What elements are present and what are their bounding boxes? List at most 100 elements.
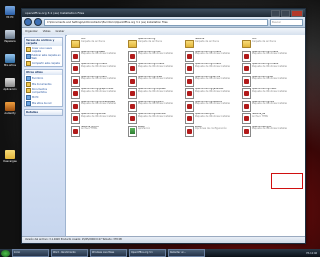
file-item-text: openoffice.org-graphicfilter Paquete de W… <box>81 88 116 94</box>
close-button[interactable] <box>291 10 303 17</box>
task-share-folder[interactable]: Compartir esta carpeta <box>25 60 62 66</box>
network-icon <box>26 100 31 106</box>
file-item-1[interactable]: openoffice.org Carpeta de archivos <box>128 38 183 48</box>
file-item-20[interactable]: openoffice.org-onlineupdate Paquete de Wi… <box>71 100 126 112</box>
desktop-icon-descargas[interactable]: Descargas <box>3 150 17 166</box>
folder-icon <box>128 40 137 48</box>
minimize-button[interactable] <box>271 10 280 17</box>
file-item-17[interactable]: openoffice.org-impress Paquete de Windows… <box>128 88 183 99</box>
desktop-icon-aplicacion[interactable]: Aplicación <box>3 78 17 94</box>
file-item-27[interactable]: readme_es Archivo HTML <box>242 113 297 124</box>
file-item-21[interactable]: openoffice.org-pyuno Paquete de Windows I… <box>128 100 183 112</box>
file-type: Paquete de Windows Installer <box>81 64 117 68</box>
file-item-11[interactable]: openoffice.org-core06 Paquete de Windows … <box>242 63 297 74</box>
installer-package-icon <box>128 75 137 87</box>
file-item-25[interactable]: openoffice.org-xsltfilter Paquete de Wind… <box>128 113 183 124</box>
computer-icon <box>26 94 31 100</box>
file-item-text: openoffice.org-writer Paquete de Windows … <box>81 113 116 119</box>
search-input[interactable]: Buscar <box>270 18 303 26</box>
window-titlebar[interactable]: openoffice.org 3.1 (es) Installation Fil… <box>22 9 305 17</box>
details-title[interactable]: Detalles <box>25 110 62 115</box>
installer-package-icon <box>242 125 251 137</box>
file-item-22[interactable]: openoffice.org-testtool Paquete de Window… <box>185 100 240 112</box>
file-item-text: openoffice.org-en-US Paquete de Windows I… <box>195 76 230 82</box>
file-item-4[interactable]: openoffice.org-base Paquete de Windows In… <box>71 50 126 62</box>
file-item-6[interactable]: openoffice.org-core01 Paquete de Windows … <box>185 50 240 62</box>
back-button[interactable] <box>24 18 32 26</box>
file-item-text: openoffice.org-core03 Paquete de Windows … <box>81 63 116 69</box>
desktop-icon-papelera[interactable]: Papelera <box>3 30 17 46</box>
file-item-14[interactable]: openoffice.org-en-US Paquete de Windows I… <box>185 75 240 87</box>
file-item-2[interactable]: readme Carpeta de archivos <box>185 38 240 48</box>
file-item-16[interactable]: openoffice.org-graphicfilter Paquete de W… <box>71 88 126 99</box>
maximize-button[interactable] <box>281 10 290 17</box>
navigation-toolbar: C:\Documents and Settings\Administrador\… <box>22 17 305 28</box>
file-type: Paquete de Windows Installer <box>195 52 231 56</box>
file-type: Aplicación <box>138 127 151 131</box>
file-item-28[interactable]: readme_en-US Archivo HTML <box>71 125 126 137</box>
desktop-icon-mi-pc[interactable]: Mi PC <box>3 6 17 22</box>
file-item-7[interactable]: openoffice.org-core02 Paquete de Windows … <box>242 50 297 62</box>
file-item-29[interactable]: setup Aplicación <box>128 125 183 137</box>
folder-icon <box>242 40 251 48</box>
file-type: Paquete de Windows Installer <box>252 102 288 106</box>
file-item-19[interactable]: openoffice.org-math Paquete de Windows In… <box>242 88 297 99</box>
desktop-icon-audacity[interactable]: Audacity <box>3 102 17 118</box>
web-icon <box>26 54 31 59</box>
address-bar[interactable]: C:\Documents and Settings\Administrador\… <box>44 18 268 26</box>
installer-package-icon <box>128 100 137 112</box>
file-item-9[interactable]: openoffice.org-core04 Paquete de Windows … <box>128 63 183 74</box>
file-type: Paquete de Windows Installer <box>138 77 174 81</box>
taskbar-item-3[interactable]: OpenOffice.org 3.1 <box>129 249 166 257</box>
file-item-text: readme Carpeta de archivos <box>195 38 219 44</box>
file-item-0[interactable]: ooo Carpeta de archivos <box>71 38 126 48</box>
taskbar-item-1[interactable]: Word - Rendimiento <box>51 249 88 257</box>
menu-grabar[interactable]: Grabar <box>55 28 64 35</box>
file-item-24[interactable]: openoffice.org-writer Paquete de Windows … <box>71 113 126 124</box>
task-pane: Tareas de archivo y carpeta Crear una nu… <box>22 35 66 237</box>
taskbar-item-4[interactable]: Redactar un... <box>168 249 205 257</box>
file-item-30[interactable]: setup Opciones de configuración <box>185 125 240 137</box>
folder-icon <box>71 40 80 48</box>
installer-package-icon <box>185 63 194 74</box>
audio-icon <box>5 102 15 111</box>
recycle-bin-icon <box>5 30 15 39</box>
explorer-window: openoffice.org 3.1 (es) Installation Fil… <box>21 8 306 244</box>
task-new-folder[interactable]: Crear una nueva carpeta <box>25 46 62 53</box>
file-tasks-title[interactable]: Tareas de archivo y carpeta <box>25 38 62 46</box>
file-item-18[interactable]: openoffice.org-javafilter Paquete de Wind… <box>185 88 240 99</box>
taskbar-item-2[interactable]: Windows Live Mess <box>90 249 127 257</box>
folder-icon <box>185 40 194 48</box>
task-publish-web[interactable]: Publicar esta carpeta en Web <box>25 53 62 60</box>
file-item-31[interactable]: openofficeorg31 Paquete de Windows Instal… <box>242 125 297 137</box>
file-item-13[interactable]: openoffice.org-draw Paquete de Windows In… <box>128 75 183 87</box>
file-type: Archivo HTML <box>252 114 269 118</box>
installer-package-icon <box>71 50 80 62</box>
file-item-8[interactable]: openoffice.org-core03 Paquete de Windows … <box>71 63 126 74</box>
file-item-3[interactable]: ooo Carpeta de archivos <box>242 38 297 48</box>
installer-package-icon <box>242 50 251 62</box>
forward-button[interactable] <box>34 18 42 26</box>
window-title: openoffice.org 3.1 (es) Installation Fil… <box>25 11 85 15</box>
folder-icon <box>26 88 31 93</box>
taskbar-item-0[interactable]: Inicio <box>12 249 49 257</box>
file-item-12[interactable]: openoffice.org-core07 Paquete de Windows … <box>71 75 126 87</box>
place-mis-sitios-de-red[interactable]: Mis sitios de red <box>25 100 62 106</box>
file-item-15[interactable]: openoffice.org-es Paquete de Windows Inst… <box>242 75 297 87</box>
file-item-10[interactable]: openoffice.org-core05 Paquete de Windows … <box>185 63 240 74</box>
file-item-23[interactable]: openoffice.org-ure Paquete de Windows Ins… <box>242 100 297 112</box>
installer-package-icon <box>128 63 137 74</box>
desktop-icon-mis-sitios[interactable]: Mis sitios <box>3 54 17 70</box>
menu-vistas[interactable]: Vistas <box>43 28 51 35</box>
window-controls <box>271 10 303 17</box>
file-type: Paquete de Windows Installer <box>81 77 117 81</box>
file-item-5[interactable]: openoffice.org-calc Paquete de Windows In… <box>128 50 183 62</box>
start-button[interactable] <box>1 249 10 257</box>
file-item-text: openoffice.org-pyuno Paquete de Windows I… <box>138 101 173 107</box>
place-documentos-compartidos[interactable]: Documentos compartidos <box>25 87 62 94</box>
setup-highlight-box <box>271 173 303 189</box>
file-item-26[interactable]: openofficeorg31 Paquete de Windows Instal… <box>185 113 240 124</box>
file-item-text: openoffice.org-core04 Paquete de Windows … <box>138 63 173 69</box>
file-type: Paquete de Windows Installer <box>195 102 231 106</box>
menu-organizar[interactable]: Organizar <box>25 28 38 35</box>
